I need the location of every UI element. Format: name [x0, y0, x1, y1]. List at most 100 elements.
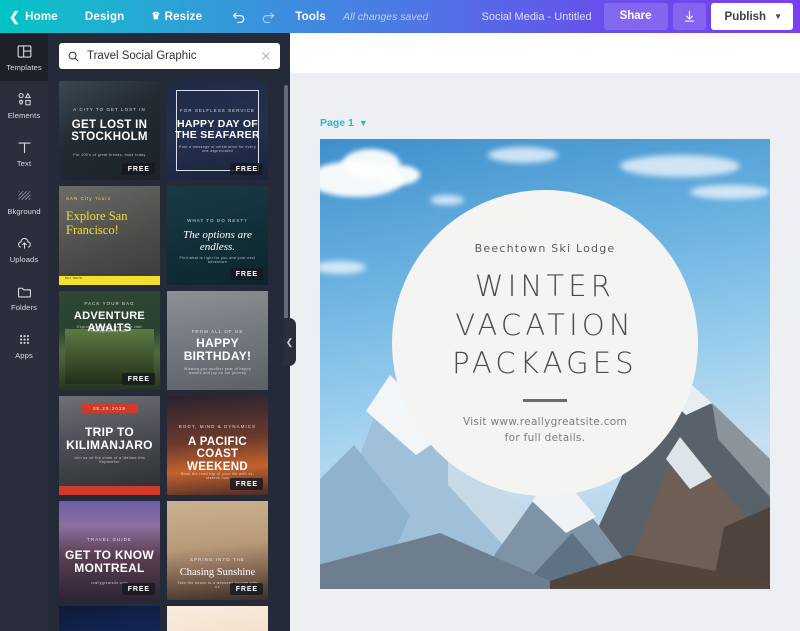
stage-toolbar-strip	[290, 33, 800, 73]
redo-button[interactable]	[253, 0, 281, 33]
template-title: GET LOST IN STOCKHOLM	[64, 119, 155, 144]
close-icon[interactable]	[260, 50, 272, 62]
template-card[interactable]: TRAVEL GUIDEGET TO KNOW MONTREALreallygr…	[59, 501, 160, 600]
free-badge: FREE	[122, 373, 155, 385]
undo-icon	[231, 8, 248, 25]
design-title-line3: PACKAGES	[452, 344, 638, 383]
publish-label: Publish	[725, 11, 767, 23]
sidebar-item-text[interactable]: Text	[0, 129, 48, 177]
design-divider	[523, 399, 567, 403]
template-kicker: TRAVEL GUIDE	[67, 537, 152, 542]
design-title-line2: VACATION	[452, 306, 638, 345]
template-subtitle: Visit reallygreatsite.com to learn more …	[65, 272, 154, 280]
template-card[interactable]	[167, 606, 268, 631]
publish-button[interactable]: Publish ▼	[711, 3, 793, 30]
top-toolbar: ❮ Home Design ♛ Resize Tools All changes…	[0, 0, 800, 33]
save-status: All changes saved	[343, 11, 428, 23]
sidebar-item-apps[interactable]: Apps	[0, 321, 48, 369]
template-card[interactable]	[59, 606, 160, 631]
cloud-shape	[430, 195, 464, 205]
cloud-shape	[690, 185, 770, 199]
free-badge: FREE	[230, 478, 263, 490]
design-canvas[interactable]: Beechtown Ski Lodge WINTER VACATION PACK…	[320, 139, 770, 589]
free-badge: FREE	[122, 163, 155, 175]
sidebar-item-templates[interactable]: Templates	[0, 33, 48, 81]
download-icon	[682, 9, 697, 24]
apps-icon	[16, 331, 33, 348]
sidebar-label-background: Text	[17, 159, 31, 168]
sidebar-item-uploads[interactable]: Uploads	[0, 225, 48, 273]
template-kicker: SPRING INTO THE	[175, 557, 260, 562]
template-card[interactable]: 05.25.2019TRIP TO KILIMANJAROJoin us on …	[59, 396, 160, 495]
template-card[interactable]: PACK YOUR BAGADVENTURE AWAITSExplore a w…	[59, 291, 160, 390]
template-card[interactable]: WHAT TO DO NEXT?The options are endless.…	[167, 186, 268, 285]
sidebar-item-background[interactable]: Bkground	[0, 177, 48, 225]
template-subtitle: For 100's of great breaks, book today	[69, 153, 150, 157]
search-icon	[67, 50, 80, 63]
sidebar-label-uploads: Uploads	[10, 255, 39, 264]
design-label: Design	[85, 11, 125, 23]
page-label: Page 1	[320, 117, 354, 129]
template-title: HAPPY DAY OF THE SEAFARER	[172, 119, 263, 142]
template-card[interactable]: A CITY TO GET LOST INGET LOST IN STOCKHO…	[59, 81, 160, 180]
cloud-shape	[620, 155, 740, 177]
free-badge: FREE	[230, 268, 263, 280]
template-title: A PACIFIC COAST WEEKEND	[172, 436, 263, 473]
template-kicker: WHAT TO DO NEXT?	[175, 218, 260, 223]
cloud-shape	[488, 147, 558, 163]
cloud-shape	[376, 165, 420, 185]
tools-button[interactable]: Tools	[281, 0, 335, 33]
download-button[interactable]	[673, 3, 706, 30]
sidebar-label-elements: Elements	[8, 111, 40, 120]
sidebar-label-bkground: Bkground	[7, 207, 40, 216]
template-card[interactable]: FROM ALL OF USHAPPY BIRTHDAY!Wishing you…	[167, 291, 268, 390]
template-band	[59, 486, 160, 495]
undo-button[interactable]	[225, 0, 253, 33]
share-button[interactable]: Share	[604, 3, 668, 30]
template-subtitle: Explore a world of fun, come visit reall…	[69, 325, 150, 333]
panel-scrollbar[interactable]	[284, 85, 288, 335]
canvas-stage: Page 1 ▼	[290, 33, 800, 631]
template-title: HAPPY BIRTHDAY!	[172, 337, 263, 363]
text-icon	[16, 139, 33, 156]
template-thumbnail	[59, 606, 160, 631]
template-card[interactable]: SPRING INTO THEChasing SunshineTake the …	[167, 501, 268, 600]
template-card[interactable]: SAN City ToursExplore San Francisco!Visi…	[59, 186, 160, 285]
templates-icon	[16, 43, 33, 60]
home-button[interactable]: ❮ Home	[0, 0, 67, 33]
sidebar-label-folders: Folders	[11, 303, 37, 312]
sidebar-item-folders[interactable]: Folders	[0, 273, 48, 321]
free-badge: FREE	[122, 583, 155, 595]
background-icon	[16, 187, 33, 204]
chevron-down-icon: ▼	[774, 12, 782, 21]
template-title: GET TO KNOW MONTREAL	[64, 549, 155, 575]
template-card[interactable]: BODY, MIND & DYNAMICSA PACIFIC COAST WEE…	[167, 396, 268, 495]
redo-icon	[259, 8, 276, 25]
chevron-left-icon: ❮	[286, 337, 294, 348]
search-box[interactable]	[59, 43, 280, 69]
template-grid[interactable]: A CITY TO GET LOST INGET LOST IN STOCKHO…	[48, 81, 290, 631]
panel-collapse-handle[interactable]: ❮	[283, 318, 296, 366]
document-title: Social Media - Untitled	[482, 11, 592, 23]
template-card[interactable]: FOR SELFLESS SERVICE HAPPY DAY OF THE SEA…	[167, 81, 268, 180]
free-badge: FREE	[230, 583, 263, 595]
template-title: Explore San Francisco!	[66, 210, 128, 237]
design-circle: Beechtown Ski Lodge WINTER VACATION PACK…	[392, 190, 698, 496]
sidebar-item-elements[interactable]: Elements	[0, 81, 48, 129]
sidebar-label-templates: Templates	[6, 63, 42, 72]
design-button[interactable]: Design	[67, 0, 134, 33]
uploads-icon	[16, 235, 33, 252]
resize-button[interactable]: ♛ Resize	[133, 0, 211, 33]
page-selector[interactable]: Page 1 ▼	[320, 117, 368, 129]
template-subtitle: Post a message of celebration for every …	[177, 145, 258, 153]
free-badge: FREE	[230, 163, 263, 175]
template-subtitle: Wishing you another year of happy travel…	[177, 367, 258, 375]
chevron-left-icon: ❮	[9, 9, 20, 25]
elements-icon	[16, 91, 33, 108]
template-kicker: FOR SELFLESS SERVICE	[175, 108, 260, 113]
template-kicker: PACK YOUR BAG	[67, 301, 152, 306]
resize-label: Resize	[165, 11, 203, 23]
design-footer-line1: Visit www.reallygreatsite.com	[463, 414, 627, 430]
search-input[interactable]	[87, 50, 253, 62]
crown-icon: ♛	[151, 11, 160, 22]
